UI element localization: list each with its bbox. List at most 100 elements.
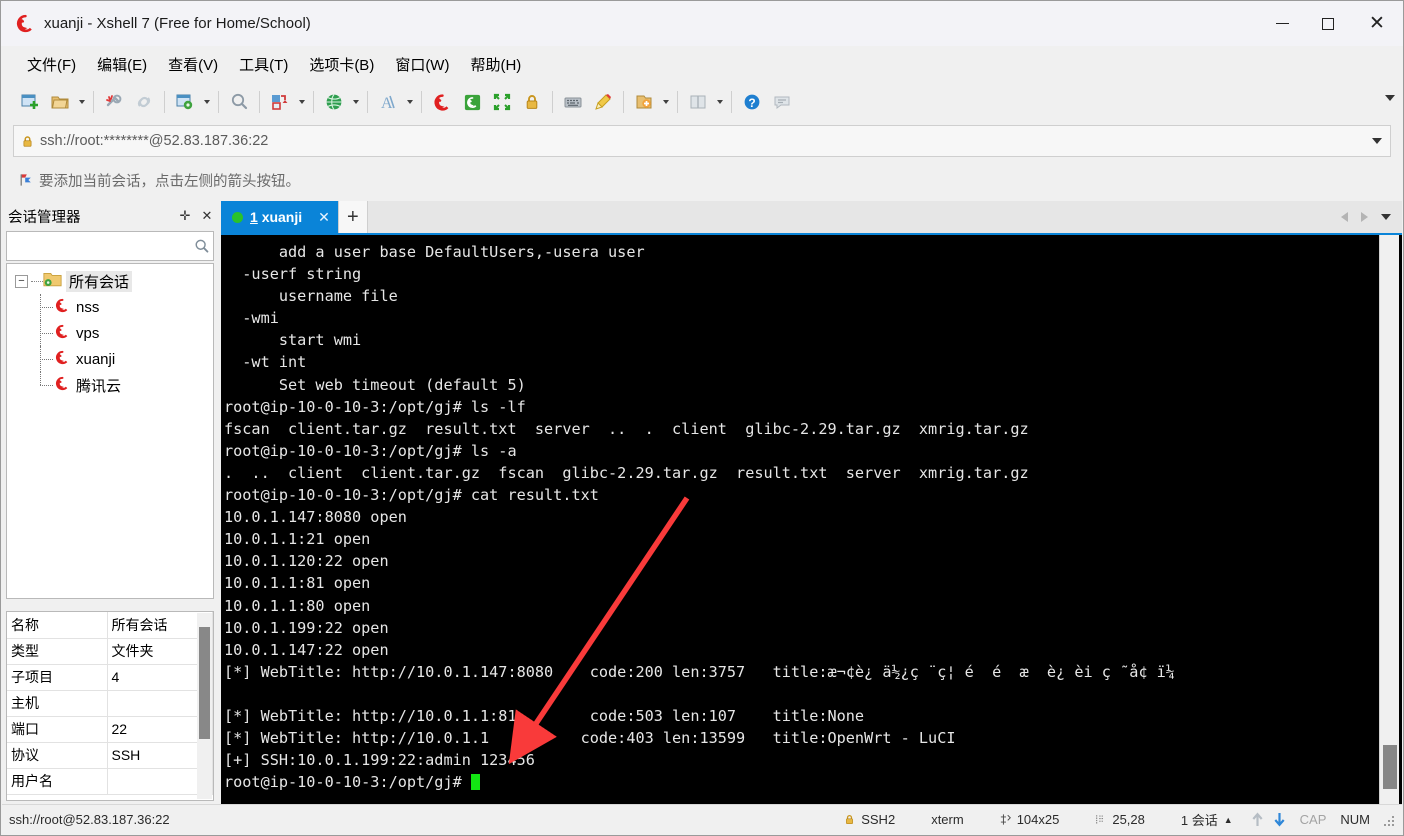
- xftp-icon[interactable]: [457, 87, 487, 117]
- tree-node-session[interactable]: xuanji: [7, 346, 213, 372]
- session-properties-caret-icon[interactable]: [200, 87, 213, 117]
- status-sessions-label: 1 会话: [1180, 813, 1218, 828]
- close-panel-icon[interactable]: ✕: [196, 208, 218, 224]
- globe-caret-icon[interactable]: [349, 87, 362, 117]
- keyboard-icon[interactable]: [558, 87, 588, 117]
- address-dropdown-chevron[interactable]: [1364, 138, 1390, 144]
- toolbar-separator: [313, 91, 314, 113]
- fullscreen-icon[interactable]: [487, 87, 517, 117]
- tree-hline: [40, 333, 53, 334]
- tree-node-all-sessions[interactable]: − 所有会话: [7, 268, 213, 294]
- tree-node-session[interactable]: nss: [7, 294, 213, 320]
- new-session-icon[interactable]: [15, 87, 45, 117]
- xshell-spiral-icon: [15, 14, 35, 34]
- status-protocol[interactable]: SSH2: [843, 812, 895, 827]
- address-bar[interactable]: ssh://root:********@52.83.187.36:22: [13, 125, 1391, 157]
- open-folder-icon[interactable]: [45, 87, 75, 117]
- xshell-icon[interactable]: [427, 87, 457, 117]
- session-manager-title: 会话管理器: [8, 209, 81, 226]
- session-properties-icon[interactable]: [170, 87, 200, 117]
- menu-edit[interactable]: 编辑(E): [88, 50, 156, 79]
- status-right-group: SSH2 xterm 104x25 25,28 1 会话 ▲ CAP NUM: [829, 810, 1402, 829]
- tree-expander-icon[interactable]: −: [15, 274, 28, 288]
- terminal-scrollbar[interactable]: [1379, 235, 1399, 805]
- title-bar: xuanji - Xshell 7 (Free for Home/School)…: [1, 1, 1403, 46]
- resize-grip[interactable]: [1382, 814, 1394, 826]
- table-row: 用户名: [7, 768, 213, 795]
- add-note-caret-icon[interactable]: [659, 87, 672, 117]
- menu-bar: 文件(F) 编辑(E) 查看(V) 工具(T) 选项卡(B) 窗口(W) 帮助(…: [2, 46, 1402, 82]
- session-tree: − 所有会话 nss vps xuanji 腾讯云: [6, 263, 214, 599]
- find-icon[interactable]: [224, 87, 254, 117]
- notice-bar: 要添加当前会话，点击左侧的箭头按钮。: [13, 163, 1391, 197]
- reconnect-icon[interactable]: [129, 87, 159, 117]
- toolbar-overflow-chevron[interactable]: [1385, 95, 1395, 101]
- add-note-icon[interactable]: [629, 87, 659, 117]
- tab-index: 1: [250, 209, 258, 225]
- tab-xuanji[interactable]: 1 xuanji ✕: [221, 201, 338, 233]
- menu-file[interactable]: 文件(F): [18, 50, 85, 79]
- layout-icon[interactable]: [683, 87, 713, 117]
- resize-icon: [1000, 813, 1012, 826]
- status-bar: ssh://root@52.83.187.36:22 SSH2 xterm 10…: [2, 804, 1402, 834]
- chat-icon[interactable]: [767, 87, 797, 117]
- disconnect-icon[interactable]: [99, 87, 129, 117]
- status-sessions[interactable]: 1 会话 ▲: [1181, 810, 1233, 829]
- lock-icon[interactable]: [517, 87, 547, 117]
- scrollbar-thumb[interactable]: [199, 627, 210, 739]
- file-transfer-caret-icon[interactable]: [295, 87, 308, 117]
- menu-tabs[interactable]: 选项卡(B): [300, 50, 383, 79]
- notice-text: 要添加当前会话，点击左侧的箭头按钮。: [39, 173, 300, 190]
- tree-node-session[interactable]: vps: [7, 320, 213, 346]
- minimize-button[interactable]: [1259, 1, 1305, 46]
- status-size[interactable]: 104x25: [1000, 812, 1059, 827]
- menu-tools[interactable]: 工具(T): [230, 50, 297, 79]
- font-caret-icon[interactable]: [403, 87, 416, 117]
- font-icon[interactable]: A: [373, 87, 403, 117]
- layout-caret-icon[interactable]: [713, 87, 726, 117]
- session-search-box[interactable]: [6, 231, 214, 261]
- tab-list-chevron[interactable]: [1374, 214, 1398, 220]
- tab-scroll-right-icon[interactable]: [1354, 212, 1374, 222]
- tree-node-session[interactable]: 腾讯云: [7, 372, 213, 398]
- toolbar-separator: [259, 91, 260, 113]
- status-cursor-pos[interactable]: 25,28: [1095, 812, 1145, 827]
- property-key: 用户名: [7, 768, 108, 795]
- property-key: 类型: [7, 638, 108, 665]
- search-icon[interactable]: [190, 238, 213, 255]
- address-value[interactable]: ssh://root:********@52.83.187.36:22: [40, 133, 1364, 149]
- status-term-type[interactable]: xterm: [931, 812, 964, 827]
- tree-node-label: 所有会话: [66, 270, 133, 292]
- menu-help[interactable]: 帮助(H): [461, 50, 530, 79]
- menu-view[interactable]: 查看(V): [159, 50, 227, 79]
- open-folder-caret-icon[interactable]: [75, 87, 88, 117]
- terminal-screen[interactable]: add a user base DefaultUsers,-usera user…: [221, 235, 1376, 805]
- tree-node-label: xuanji: [76, 350, 116, 368]
- maximize-button[interactable]: [1305, 1, 1351, 46]
- file-transfer-icon[interactable]: [265, 87, 295, 117]
- window-controls: ✕: [1259, 1, 1403, 46]
- tree-hline: [40, 385, 53, 386]
- scrollbar-thumb[interactable]: [1383, 745, 1397, 789]
- tree-hline: [40, 307, 53, 308]
- terminal-output[interactable]: add a user base DefaultUsers,-usera user…: [224, 241, 1376, 793]
- tab-scroll-left-icon[interactable]: [1334, 212, 1354, 222]
- globe-icon[interactable]: [319, 87, 349, 117]
- properties-scrollbar[interactable]: [197, 613, 212, 799]
- sessions-caret-icon[interactable]: ▲: [1224, 815, 1233, 825]
- close-button[interactable]: ✕: [1351, 1, 1403, 46]
- help-icon[interactable]: ?: [737, 87, 767, 117]
- highlight-icon[interactable]: [588, 87, 618, 117]
- property-key: 主机: [7, 690, 108, 717]
- session-spiral-icon: [54, 349, 71, 369]
- tab-label: 1 xuanji: [250, 209, 302, 225]
- pin-icon[interactable]: ✛: [174, 208, 196, 224]
- session-spiral-icon: [54, 323, 71, 343]
- close-tab-icon[interactable]: ✕: [318, 209, 330, 226]
- menu-window[interactable]: 窗口(W): [386, 50, 458, 79]
- new-tab-button[interactable]: +: [337, 201, 368, 233]
- session-manager-panel: 会话管理器 ✛ ✕ − 所有会话 nss vps xuanji 腾讯云 名称 所…: [2, 201, 218, 805]
- property-key: 子项目: [7, 664, 108, 691]
- tree-node-label: nss: [76, 298, 100, 316]
- session-search-input[interactable]: [7, 237, 190, 255]
